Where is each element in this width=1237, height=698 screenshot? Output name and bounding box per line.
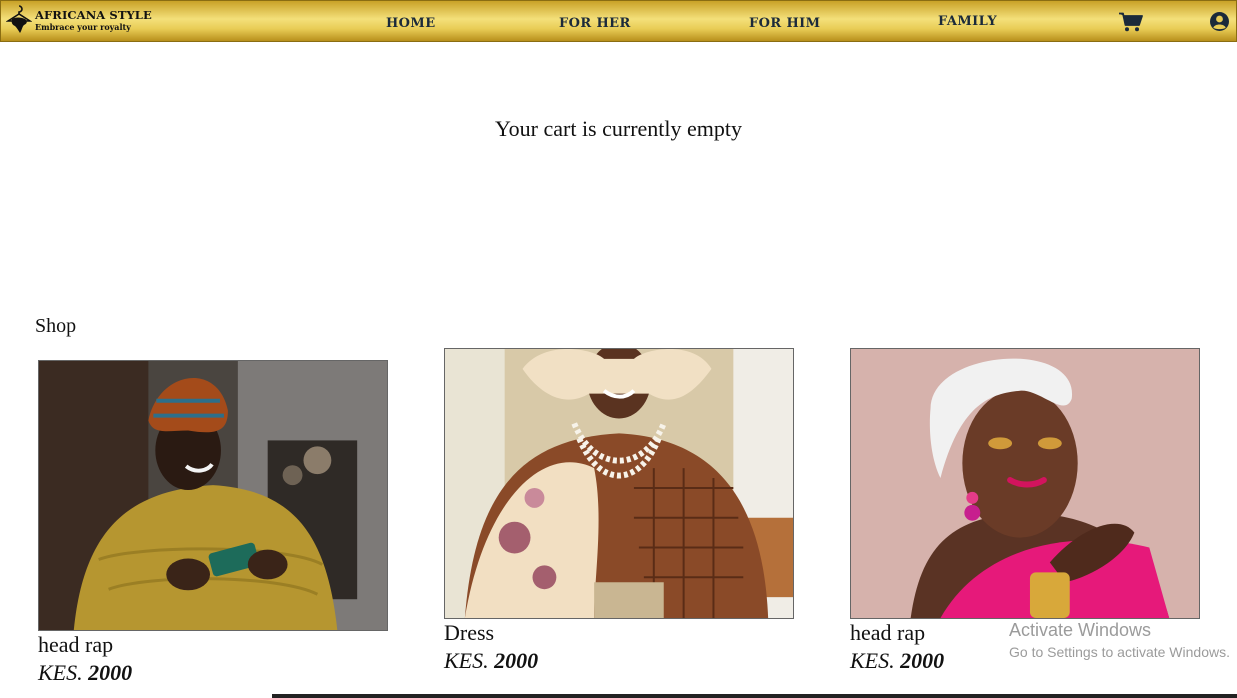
product-price: KES. 2000	[38, 658, 388, 688]
price-currency: KES.	[38, 660, 83, 686]
nav-for-him[interactable]: FOR HIM	[749, 16, 820, 31]
watermark-line2: Go to Settings to activate Windows.	[1009, 644, 1230, 660]
user-circle-icon[interactable]	[1209, 11, 1230, 32]
price-currency: KES.	[444, 648, 489, 674]
brand-name: AFRICANA STYLE	[35, 8, 152, 22]
empty-cart-message: Your cart is currently empty	[494, 116, 743, 141]
price-amount: 2000	[494, 648, 539, 674]
price-amount: 2000	[900, 648, 945, 674]
product-card[interactable]: Dress KES. 2000	[444, 348, 794, 676]
product-title[interactable]: head rap	[38, 632, 388, 658]
activate-windows-watermark: Activate Windows Go to Settings to activ…	[1009, 620, 1230, 660]
top-navbar: AFRICANA STYLE Embrace your royalty HOME…	[0, 0, 1237, 42]
price-amount: 2000	[88, 660, 133, 686]
product-card[interactable]: head rap KES. 2000	[38, 360, 388, 688]
brand[interactable]: AFRICANA STYLE Embrace your royalty	[35, 8, 152, 32]
shop-heading: Shop	[35, 315, 77, 337]
watermark-line1: Activate Windows	[1009, 620, 1152, 640]
product-price: KES. 2000	[444, 646, 794, 676]
bottom-scroll-edge	[272, 694, 1237, 698]
nav-family[interactable]: FAMILY	[938, 14, 997, 29]
hanger-logo-icon[interactable]	[6, 4, 32, 36]
brand-tagline: Embrace your royalty	[35, 21, 131, 32]
nav-for-her[interactable]: FOR HER	[559, 16, 631, 31]
shopping-cart-icon[interactable]	[1119, 12, 1143, 32]
product-image[interactable]	[38, 360, 388, 631]
price-currency: KES.	[850, 648, 895, 674]
product-title[interactable]: Dress	[444, 620, 794, 646]
product-image[interactable]	[850, 348, 1200, 619]
nav-home[interactable]: HOME	[386, 16, 436, 31]
product-image[interactable]	[444, 348, 794, 619]
